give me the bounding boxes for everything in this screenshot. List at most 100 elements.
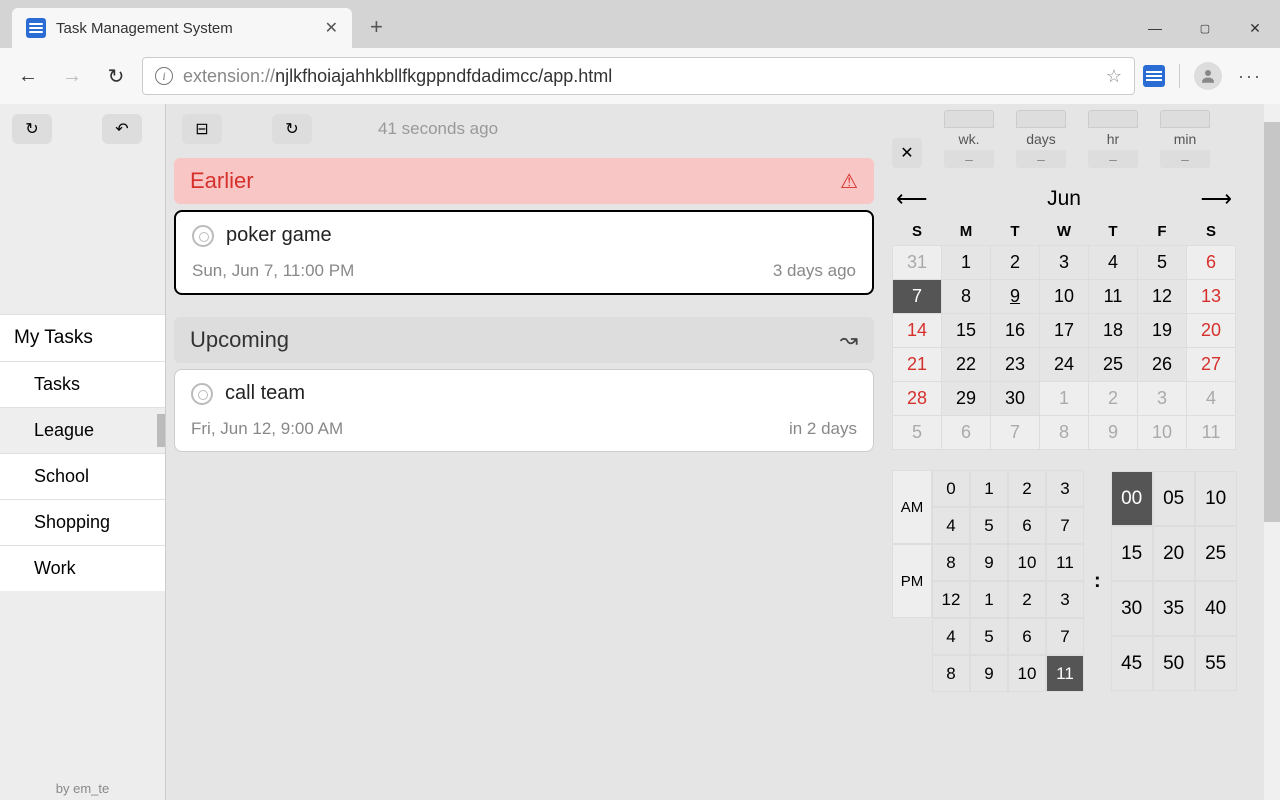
hour-cell[interactable]: 1 (970, 581, 1008, 618)
cal-day[interactable]: 9 (991, 280, 1040, 314)
hour-cell[interactable]: 1 (970, 470, 1008, 507)
cal-day[interactable]: 30 (991, 382, 1040, 416)
cal-day[interactable]: 13 (1187, 280, 1236, 314)
layout-toggle-button[interactable]: ⊟ (182, 114, 222, 144)
cal-day[interactable]: 19 (1138, 314, 1187, 348)
cal-day[interactable]: 25 (1089, 348, 1138, 382)
cal-day[interactable]: 4 (1187, 382, 1236, 416)
sidebar-undo-button[interactable]: ↶ (102, 114, 142, 144)
cal-day[interactable]: 17 (1040, 314, 1089, 348)
task-card[interactable]: poker game Sun, Jun 7, 11:00 PM 3 days a… (174, 210, 874, 295)
duration-min[interactable]: min– (1152, 110, 1218, 168)
duration-hr[interactable]: hr– (1080, 110, 1146, 168)
cal-day[interactable]: 16 (991, 314, 1040, 348)
hour-cell[interactable]: 3 (1046, 470, 1084, 507)
cal-day[interactable]: 24 (1040, 348, 1089, 382)
minute-cell[interactable]: 50 (1153, 636, 1195, 691)
hour-cell[interactable]: 11 (1046, 655, 1084, 692)
cal-day[interactable]: 1 (1040, 382, 1089, 416)
minute-cell[interactable]: 45 (1111, 636, 1153, 691)
sidebar-item-school[interactable]: School (0, 453, 165, 499)
cal-day[interactable]: 11 (1089, 280, 1138, 314)
cal-day[interactable]: 31 (893, 246, 942, 280)
minute-cell[interactable]: 30 (1111, 581, 1153, 636)
cal-day[interactable]: 26 (1138, 348, 1187, 382)
cal-day[interactable]: 7 (991, 416, 1040, 450)
cal-day[interactable]: 3 (1138, 382, 1187, 416)
cal-next-button[interactable]: ⟶ (1200, 186, 1232, 212)
main-refresh-button[interactable]: ↻ (272, 114, 312, 144)
minute-cell[interactable]: 10 (1195, 471, 1237, 526)
sidebar-item-league[interactable]: League (0, 407, 165, 453)
cal-day[interactable]: 12 (1138, 280, 1187, 314)
hour-cell[interactable]: 0 (932, 470, 970, 507)
task-checkbox-icon[interactable] (191, 383, 213, 405)
hour-cell[interactable]: 9 (970, 544, 1008, 581)
hour-cell[interactable]: 8 (932, 655, 970, 692)
hour-cell[interactable]: 7 (1046, 507, 1084, 544)
hour-cell[interactable]: 6 (1008, 507, 1046, 544)
hour-cell[interactable]: 4 (932, 618, 970, 655)
cal-day[interactable]: 5 (1138, 246, 1187, 280)
window-maximize-button[interactable]: ▢ (1180, 8, 1230, 48)
hour-cell[interactable]: 10 (1008, 655, 1046, 692)
hour-cell[interactable]: 2 (1008, 581, 1046, 618)
minute-cell[interactable]: 05 (1153, 471, 1195, 526)
cal-day[interactable]: 23 (991, 348, 1040, 382)
cal-day[interactable]: 10 (1040, 280, 1089, 314)
hour-cell[interactable]: 3 (1046, 581, 1084, 618)
cal-day[interactable]: 20 (1187, 314, 1236, 348)
window-minimize-button[interactable]: — (1130, 8, 1180, 48)
hour-cell[interactable]: 2 (1008, 470, 1046, 507)
sidebar-item-shopping[interactable]: Shopping (0, 499, 165, 545)
task-checkbox-icon[interactable] (192, 225, 214, 247)
cal-day[interactable]: 7 (893, 280, 942, 314)
cal-day[interactable]: 5 (893, 416, 942, 450)
hour-cell[interactable]: 10 (1008, 544, 1046, 581)
browser-tab[interactable]: Task Management System ✕ (12, 8, 352, 48)
hour-cell[interactable]: 8 (932, 544, 970, 581)
cal-day[interactable]: 2 (1089, 382, 1138, 416)
cal-day[interactable]: 1 (942, 246, 991, 280)
cal-day[interactable]: 11 (1187, 416, 1236, 450)
task-card[interactable]: call team Fri, Jun 12, 9:00 AM in 2 days (174, 369, 874, 452)
nav-reload-button[interactable]: ↻ (98, 58, 134, 94)
hour-cell[interactable]: 12 (932, 581, 970, 618)
sidebar-refresh-button[interactable]: ↻ (12, 114, 52, 144)
cal-day[interactable]: 27 (1187, 348, 1236, 382)
clear-duration-button[interactable]: ✕ (892, 138, 922, 168)
hour-cell[interactable]: 7 (1046, 618, 1084, 655)
bookmark-star-icon[interactable]: ☆ (1106, 66, 1122, 87)
minute-cell[interactable]: 25 (1195, 526, 1237, 581)
sidebar-item-tasks[interactable]: Tasks (0, 361, 165, 407)
cal-day[interactable]: 28 (893, 382, 942, 416)
minute-cell[interactable]: 40 (1195, 581, 1237, 636)
cal-day[interactable]: 29 (942, 382, 991, 416)
hour-cell[interactable]: 5 (970, 618, 1008, 655)
duration-wk[interactable]: wk.– (936, 110, 1002, 168)
cal-day[interactable]: 10 (1138, 416, 1187, 450)
cal-day[interactable]: 22 (942, 348, 991, 382)
nav-forward-button[interactable]: → (54, 58, 90, 94)
new-tab-button[interactable]: + (370, 14, 383, 40)
cal-day[interactable]: 15 (942, 314, 991, 348)
minute-cell[interactable]: 55 (1195, 636, 1237, 691)
hour-cell[interactable]: 11 (1046, 544, 1084, 581)
cal-day[interactable]: 2 (991, 246, 1040, 280)
cal-day[interactable]: 9 (1089, 416, 1138, 450)
site-info-icon[interactable]: i (155, 67, 173, 85)
minute-cell[interactable]: 35 (1153, 581, 1195, 636)
cal-day[interactable]: 6 (942, 416, 991, 450)
cal-day[interactable]: 14 (893, 314, 942, 348)
cal-day[interactable]: 8 (1040, 416, 1089, 450)
window-close-button[interactable]: ✕ (1230, 8, 1280, 48)
profile-avatar-icon[interactable] (1194, 62, 1222, 90)
tab-close-icon[interactable]: ✕ (325, 18, 338, 38)
cal-prev-button[interactable]: ⟵ (896, 186, 928, 212)
hour-cell[interactable]: 5 (970, 507, 1008, 544)
page-scrollbar[interactable] (1264, 104, 1280, 800)
minute-cell[interactable]: 15 (1111, 526, 1153, 581)
extension-icon[interactable] (1143, 65, 1165, 87)
cal-day[interactable]: 18 (1089, 314, 1138, 348)
sidebar-item-work[interactable]: Work (0, 545, 165, 591)
